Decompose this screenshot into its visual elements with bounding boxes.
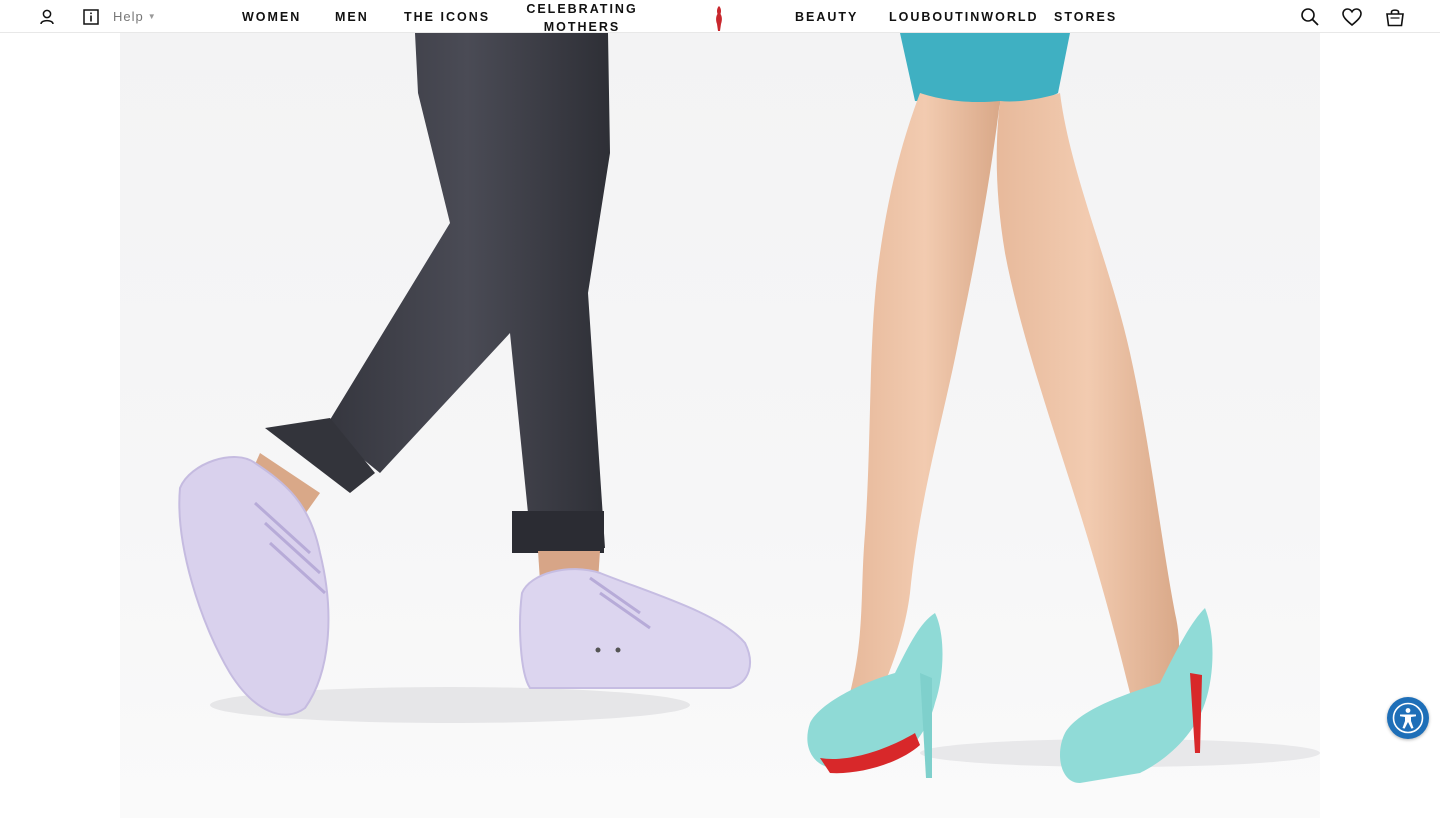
turquoise-skirt: [900, 33, 1070, 105]
top-navigation-bar: Help ▼ WOMEN MEN THE ICONS CELEBRATING M…: [0, 0, 1440, 36]
nav-women[interactable]: WOMEN: [242, 10, 301, 24]
search-icon[interactable]: [1299, 6, 1321, 28]
help-menu[interactable]: Help ▼: [113, 9, 157, 24]
nav-celebrating-line2: MOTHERS: [543, 20, 621, 34]
accessibility-icon[interactable]: [1387, 697, 1429, 739]
user-icon[interactable]: [36, 6, 58, 28]
nav-celebrating-line1: CELEBRATING: [526, 2, 638, 16]
lavender-sneaker-right: [519, 568, 751, 689]
info-icon[interactable]: [80, 6, 102, 28]
nav-men[interactable]: MEN: [335, 10, 369, 24]
hero-image[interactable]: [120, 33, 1320, 818]
trouser-cuff: [512, 511, 604, 553]
heart-icon[interactable]: [1341, 6, 1363, 28]
sneaker-eyelet: [615, 647, 621, 653]
nav-louboutinworld[interactable]: LOUBOUTINWORLD: [889, 10, 1039, 24]
shopping-bag-icon[interactable]: [1384, 6, 1406, 28]
nav-stores[interactable]: STORES: [1054, 10, 1117, 24]
louboutin-logo[interactable]: [712, 6, 726, 32]
sneaker-eyelet: [595, 647, 601, 653]
nav-celebrating-mothers[interactable]: CELEBRATING MOTHERS: [522, 0, 642, 36]
chevron-down-icon: ▼: [147, 12, 157, 21]
hero-illustration: [178, 33, 1320, 783]
leg-right: [996, 93, 1180, 693]
nav-beauty[interactable]: BEAUTY: [795, 10, 858, 24]
nav-the-icons[interactable]: THE ICONS: [404, 10, 490, 24]
leg-left: [850, 93, 1000, 693]
help-label: Help: [113, 9, 144, 24]
